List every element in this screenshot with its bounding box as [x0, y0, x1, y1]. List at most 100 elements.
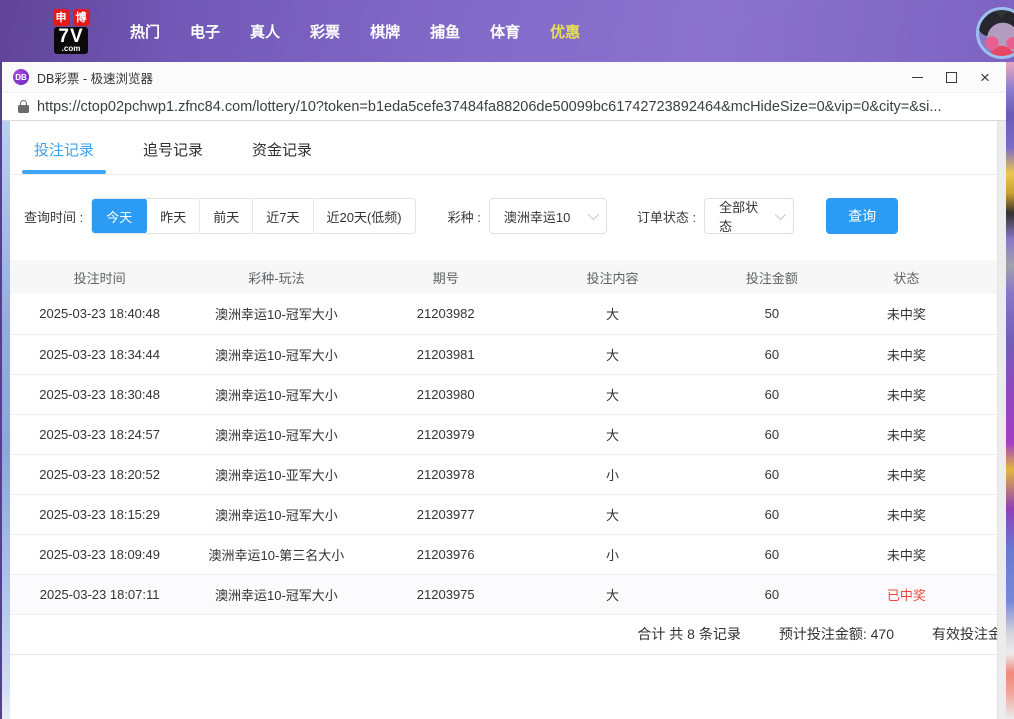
- nav-item-live[interactable]: 真人: [250, 21, 280, 42]
- maximize-button[interactable]: [934, 63, 968, 91]
- status-select[interactable]: 全部状态: [704, 198, 794, 234]
- cell-content: 大: [528, 414, 697, 454]
- cell-bet-time: 2025-03-23 18:20:52: [10, 454, 189, 494]
- cell-status: 未中奖: [847, 414, 967, 454]
- records-card: 投注记录 追号记录 资金记录 查询时间 : 今天 昨天 前天 近7天 近20天(…: [10, 125, 1006, 719]
- cell-issue: 21203979: [364, 414, 528, 454]
- address-bar[interactable]: https://ctop02pchwp1.zfnc84.com/lottery/…: [2, 92, 1006, 121]
- cell-issue: 21203976: [364, 534, 528, 574]
- cell-content: 大: [528, 334, 697, 374]
- close-button[interactable]: ×: [968, 63, 1002, 91]
- logo-badge-shen: 申: [53, 9, 70, 26]
- table-row: 2025-03-23 18:20:52澳洲幸运10-亚军大小21203978小6…: [10, 454, 1006, 494]
- table-row: 2025-03-23 18:07:11澳洲幸运10-冠军大小21203975大6…: [10, 574, 1006, 614]
- cell-status: 未中奖: [847, 374, 967, 414]
- tab-fund-records[interactable]: 资金记录: [252, 125, 312, 174]
- cell-content: 小: [528, 454, 697, 494]
- lottery-select[interactable]: 澳洲幸运10: [489, 198, 607, 234]
- tab-chase-records[interactable]: 追号记录: [143, 125, 203, 174]
- time-option-yesterday[interactable]: 昨天: [147, 199, 199, 233]
- status-select-value: 全部状态: [719, 197, 765, 235]
- cell-status: 未中奖: [847, 454, 967, 494]
- nav-item-promo[interactable]: 优惠: [550, 21, 580, 42]
- cell-game-play: 澳洲幸运10-冠军大小: [189, 494, 363, 534]
- header-issue: 期号: [364, 260, 528, 294]
- window-controls: ×: [900, 63, 1002, 91]
- window-titlebar[interactable]: DB DB彩票 - 极速浏览器 ×: [2, 62, 1006, 92]
- site-logo[interactable]: 申 博 7V .com: [45, 9, 97, 54]
- summary-valid-amount: 有效投注金额: [932, 624, 1006, 644]
- nav-menu: 热门 电子 真人 彩票 棋牌 捕鱼 体育 优惠: [115, 21, 595, 42]
- url-text[interactable]: https://ctop02pchwp1.zfnc84.com/lottery/…: [37, 99, 942, 115]
- table-row: 2025-03-23 18:40:48澳洲幸运10-冠军大小21203982大5…: [10, 294, 1006, 334]
- scrollbar[interactable]: [997, 121, 1006, 719]
- bet-table-body: 2025-03-23 18:40:48澳洲幸运10-冠军大小21203982大5…: [10, 294, 1006, 614]
- nav-item-fishing[interactable]: 捕鱼: [430, 21, 460, 42]
- time-option-20days[interactable]: 近20天(低频): [313, 199, 415, 233]
- cell-game-play: 澳洲幸运10-冠军大小: [189, 414, 363, 454]
- table-row: 2025-03-23 18:24:57澳洲幸运10-冠军大小21203979大6…: [10, 414, 1006, 454]
- page-content: 投注记录 追号记录 资金记录 查询时间 : 今天 昨天 前天 近7天 近20天(…: [2, 121, 1006, 719]
- nav-item-hot[interactable]: 热门: [130, 21, 160, 42]
- logo-badge-bo: 博: [73, 9, 90, 26]
- maximize-icon: [946, 72, 957, 83]
- user-avatar[interactable]: [976, 7, 1014, 59]
- cell-issue: 21203978: [364, 454, 528, 494]
- nav-item-lottery[interactable]: 彩票: [310, 21, 340, 42]
- time-option-day-before[interactable]: 前天: [199, 199, 252, 233]
- nav-item-sports[interactable]: 体育: [490, 21, 520, 42]
- table-header-row: 投注时间 彩种-玩法 期号 投注内容 投注金额 状态: [10, 260, 1006, 294]
- cell-game-play: 澳洲幸运10-亚军大小: [189, 454, 363, 494]
- cell-amount: 60: [697, 334, 846, 374]
- header-amount: 投注金额: [697, 260, 846, 294]
- cell-amount: 60: [697, 374, 846, 414]
- cell-content: 大: [528, 294, 697, 334]
- cell-issue: 21203981: [364, 334, 528, 374]
- logo-brand-suffix: .com: [62, 45, 81, 53]
- cell-status: 未中奖: [847, 494, 967, 534]
- close-icon: ×: [980, 69, 990, 86]
- cell-amount: 60: [697, 494, 846, 534]
- page-left-gradient: [2, 121, 10, 719]
- time-option-today[interactable]: 今天: [91, 198, 147, 234]
- cell-amount: 60: [697, 414, 846, 454]
- cell-game-play: 澳洲幸运10-冠军大小: [189, 374, 363, 414]
- status-filter-label: 订单状态 :: [637, 207, 696, 226]
- lottery-filter-label: 彩种 :: [448, 207, 481, 226]
- cell-game-play: 澳洲幸运10-冠军大小: [189, 574, 363, 614]
- tab-bet-records[interactable]: 投注记录: [34, 125, 94, 174]
- cell-status: 未中奖: [847, 534, 967, 574]
- summary-total: 合计 共 8 条记录: [637, 624, 740, 644]
- lottery-select-value: 澳洲幸运10: [504, 207, 570, 226]
- cell-bet-time: 2025-03-23 18:15:29: [10, 494, 189, 534]
- summary-bar: 合计 共 8 条记录 预计投注金额: 470 有效投注金额: [10, 615, 1006, 655]
- filter-bar: 查询时间 : 今天 昨天 前天 近7天 近20天(低频) 彩种 : 澳洲幸运10: [10, 198, 1006, 234]
- time-filter-label: 查询时间 :: [24, 207, 83, 226]
- cell-amount: 60: [697, 534, 846, 574]
- cell-bet-time: 2025-03-23 18:07:11: [10, 574, 189, 614]
- chevron-down-icon: [775, 209, 786, 220]
- minimize-button[interactable]: [900, 63, 934, 91]
- app-icon: DB: [13, 69, 29, 85]
- cell-status: 未中奖: [847, 334, 967, 374]
- table-row: 2025-03-23 18:34:44澳洲幸运10-冠军大小21203981大6…: [10, 334, 1006, 374]
- header-game-play: 彩种-玩法: [189, 260, 363, 294]
- logo-brand-box: 7V .com: [54, 27, 87, 54]
- logo-badges: 申 博: [53, 9, 90, 26]
- screen: 申 博 7V .com 热门 电子 真人 彩票 棋牌 捕鱼 体育 优惠 DB D…: [0, 0, 1014, 719]
- cell-issue: 21203982: [364, 294, 528, 334]
- cell-issue: 21203977: [364, 494, 528, 534]
- nav-item-chess[interactable]: 棋牌: [370, 21, 400, 42]
- cell-status: 已中奖: [847, 574, 967, 614]
- nav-item-electronic[interactable]: 电子: [190, 21, 220, 42]
- search-button[interactable]: 查询: [826, 198, 898, 234]
- cell-content: 大: [528, 574, 697, 614]
- lock-icon: [18, 100, 29, 113]
- header-status: 状态: [847, 260, 967, 294]
- time-option-7days[interactable]: 近7天: [252, 199, 312, 233]
- table-row: 2025-03-23 18:30:48澳洲幸运10-冠军大小21203980大6…: [10, 374, 1006, 414]
- summary-expected-amount: 预计投注金额: 470: [779, 624, 894, 644]
- window-title: DB彩票 - 极速浏览器: [37, 68, 153, 87]
- minimize-icon: [912, 77, 923, 78]
- cell-amount: 60: [697, 574, 846, 614]
